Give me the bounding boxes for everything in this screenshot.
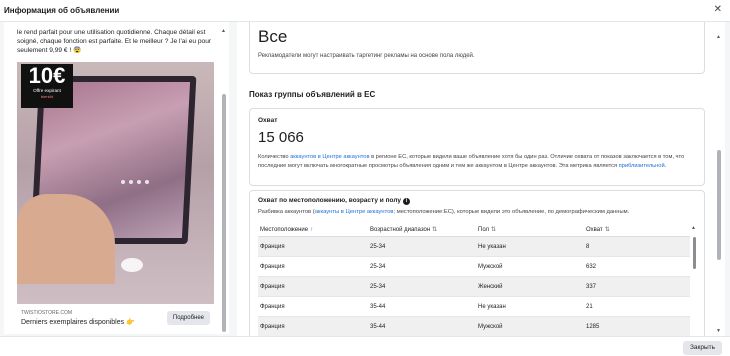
reach-card: Охват 15 066 Количество аккаунтов в Цент…	[249, 108, 705, 186]
badge-price: 10€	[28, 63, 66, 88]
cell-location: Франция	[260, 264, 285, 270]
panel-scroll-up-icon[interactable]: ▲	[716, 34, 721, 40]
cell-age: 35-44	[370, 304, 386, 310]
carousel-dots	[121, 180, 151, 185]
column-location[interactable]: Местоположение ↑	[258, 223, 368, 236]
cell-location: Франция	[260, 244, 285, 250]
close-icon[interactable]: ✕	[714, 4, 722, 15]
breakdown-description: Разбивка аккаунтов (аккаунты в Центре ак…	[258, 209, 629, 215]
cell-reach: 632	[586, 264, 597, 270]
cell-age: 25-34	[370, 284, 386, 290]
cell-reach: 21	[586, 304, 593, 310]
cell-reach: 8	[586, 244, 590, 250]
cell-location: Франция	[260, 304, 285, 310]
cell-age: 35-44	[370, 324, 386, 330]
table-row: Франция 35-44 Мужской 1285	[258, 317, 690, 336]
close-button[interactable]: Закрыть	[682, 341, 722, 355]
cell-age: 25-34	[370, 244, 386, 250]
column-gender-label: Пол	[478, 227, 490, 233]
reach-desc-end: .	[664, 163, 667, 169]
table-header: Местоположение ↑ Возрастной диапазон ⇅ Пол…	[258, 223, 690, 237]
ad-site-domain: TWISTIOSTORE.COM	[21, 310, 73, 316]
ad-headline: Derniers exemplaires disponibles 👉	[21, 319, 135, 326]
column-reach-label: Охват	[586, 227, 603, 233]
table-row: Франция 25-34 Не указан 8	[258, 237, 690, 257]
table-scrollbar-thumb[interactable]	[693, 237, 696, 269]
reach-desc-text: Количество	[258, 154, 291, 160]
info-icon[interactable]: i	[402, 198, 410, 205]
breakdown-table: Местоположение ↑ Возрастной диапазон ⇅ Пол…	[258, 223, 690, 336]
cell-reach: 1285	[586, 324, 600, 330]
scroll-up-arrow-icon[interactable]: ▲	[221, 28, 226, 34]
sort-icon[interactable]: ⇅	[432, 227, 437, 233]
table-row: Франция 25-34 Женский 337	[258, 277, 690, 297]
preview-scrollbar-thumb[interactable]	[222, 94, 226, 332]
ad-body-text: le rend parfait pour une utilisation quo…	[17, 29, 212, 54]
cell-gender: Не указан	[478, 304, 506, 310]
approximate-link[interactable]: приблизительной	[619, 163, 665, 169]
light-reflection	[121, 258, 143, 272]
accounts-center-link-2[interactable]: аккаунты в Центре аккаунтов	[315, 209, 394, 215]
details-panel: Все Рекламодатели могут настраивать тарг…	[237, 22, 725, 336]
breakdown-title-text: Охват по местоположению, возрасту и полу	[258, 197, 401, 204]
gender-description: Рекламодатели могут настраивать таргетин…	[258, 53, 475, 59]
reach-value: 15 066	[258, 129, 304, 146]
dialog-header: Информация об объявлении ✕	[0, 0, 730, 22]
breakdown-card: Охват по местоположению, возрасту и полу…	[249, 190, 705, 336]
sort-ascending-icon[interactable]: ↑	[310, 227, 313, 233]
table-scroll-up-icon[interactable]: ▲	[691, 225, 696, 231]
column-gender[interactable]: Пол ⇅	[476, 223, 584, 236]
cell-reach: 337	[586, 284, 597, 290]
price-badge: 10€ Offre expirant bientôt	[21, 64, 73, 108]
cell-gender: Мужской	[478, 324, 503, 330]
reach-label: Охват	[258, 117, 278, 124]
ad-image: 10€ Offre expirant bientôt	[17, 62, 214, 324]
cell-gender: Не указан	[478, 244, 506, 250]
breakdown-title: Охват по местоположению, возрасту и полу…	[258, 197, 410, 205]
ad-info-dialog: Информация об объявлении ✕ le rend parfa…	[0, 0, 730, 356]
table-row: Франция 35-44 Не указан 21	[258, 297, 690, 317]
ad-footer: TWISTIOSTORE.COM Derniers exemplaires di…	[17, 304, 214, 334]
panel-scrollbar-thumb[interactable]	[717, 150, 721, 260]
cell-location: Франция	[260, 324, 285, 330]
column-age[interactable]: Возрастной диапазон ⇅	[368, 223, 476, 236]
reach-description: Количество аккаунтов в Центре аккаунтов …	[258, 153, 696, 171]
column-reach[interactable]: Охват ⇅	[584, 223, 690, 236]
ad-preview: le rend parfait pour une utilisation quo…	[4, 22, 229, 334]
cell-gender: Женский	[478, 284, 503, 290]
gender-value: Все	[258, 27, 288, 46]
column-location-label: Местоположение	[260, 227, 309, 233]
cell-location: Франция	[260, 284, 285, 290]
breakdown-desc-text-2: ; местоположение:ЕС), которые видели это…	[393, 209, 630, 215]
sort-icon[interactable]: ⇅	[605, 227, 610, 233]
badge-offer-subtext: bientôt	[40, 94, 53, 99]
accounts-center-link[interactable]: аккаунтов в Центре аккаунтов	[290, 154, 369, 160]
table-row: Франция 25-34 Мужской 632	[258, 257, 690, 277]
dialog-title: Информация об объявлении	[4, 6, 120, 15]
dialog-footer: Закрыть	[0, 336, 730, 356]
eu-section-title: Показ группы объявлений в ЕС	[249, 90, 376, 99]
learn-more-button[interactable]: Подробнее	[166, 311, 210, 325]
dialog-content: le rend parfait pour une utilisation quo…	[0, 22, 730, 336]
sort-icon[interactable]: ⇅	[491, 227, 496, 233]
breakdown-desc-text: Разбивка аккаунтов (	[258, 209, 315, 215]
cell-gender: Мужской	[478, 264, 503, 270]
gender-card: Все Рекламодатели могут настраивать тарг…	[249, 22, 705, 74]
column-age-label: Возрастной диапазон	[370, 227, 431, 233]
cell-age: 25-34	[370, 264, 386, 270]
panel-scroll-down-icon[interactable]: ▼	[716, 328, 721, 334]
